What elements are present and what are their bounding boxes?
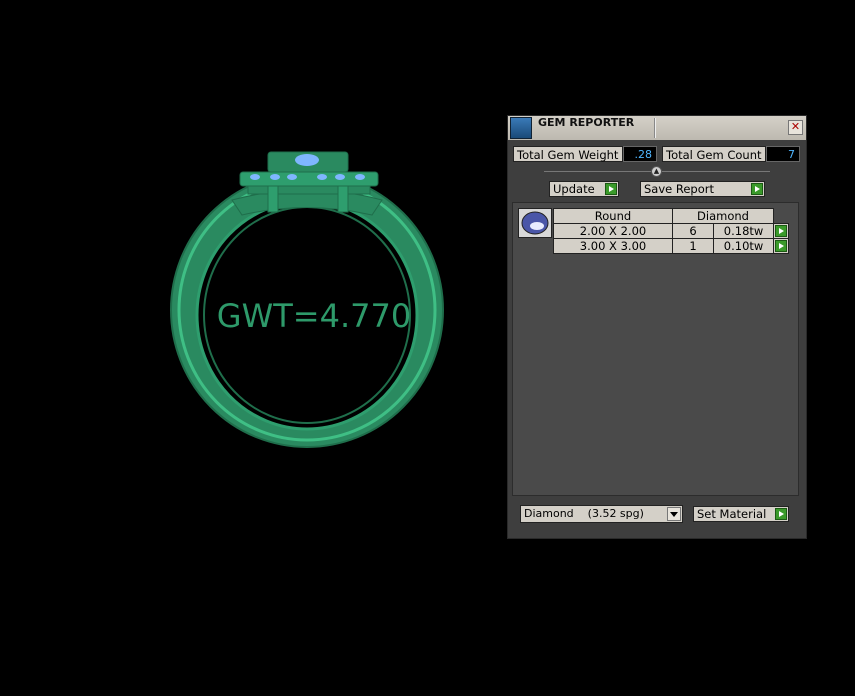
- table-row[interactable]: 2.00 X 2.00 6 0.18tw: [553, 223, 789, 239]
- gem-weight: 0.10tw: [713, 238, 774, 254]
- close-icon[interactable]: ✕: [788, 120, 803, 135]
- play-icon: [605, 183, 617, 195]
- table-header-shape: Round: [553, 208, 673, 224]
- gwt-annotation: GWT=4.770: [217, 297, 411, 335]
- save-report-button[interactable]: Save Report: [640, 181, 765, 197]
- chevron-down-icon[interactable]: [667, 507, 681, 521]
- title-separator: [654, 118, 656, 138]
- gem-reporter-app-icon: [510, 117, 532, 139]
- material-select[interactable]: Diamond (3.52 spg): [520, 505, 683, 523]
- total-gem-weight-label: Total Gem Weight: [513, 146, 623, 162]
- play-icon[interactable]: [775, 240, 787, 252]
- round-gem-icon[interactable]: [518, 208, 552, 238]
- row-action: [773, 238, 789, 254]
- table-row[interactable]: 3.00 X 3.00 1 0.10tw: [553, 238, 789, 254]
- center-gem: [295, 154, 319, 166]
- play-icon[interactable]: [775, 225, 787, 237]
- gem-reporter-panel: GEM REPORTER ✕ Total Gem Weight .28 Tota…: [507, 115, 807, 539]
- total-gem-count-label: Total Gem Count: [662, 146, 766, 162]
- viewport[interactable]: GWT=4.770: [0, 0, 500, 693]
- row-action: [773, 223, 789, 239]
- gem-size: 2.00 X 2.00: [553, 223, 673, 239]
- gem-count: 1: [671, 238, 715, 254]
- ring-render: GWT=4.770: [170, 151, 444, 448]
- gem-weight: 0.18tw: [713, 223, 774, 239]
- update-button-label: Update: [553, 182, 595, 196]
- gem-size: 3.00 X 3.00: [553, 238, 673, 254]
- total-gem-count-value: 7: [766, 146, 800, 162]
- update-button[interactable]: Update: [549, 181, 619, 197]
- gem-table: Round Diamond 2.00 X 2.00 6 0.18tw 3.00 …: [553, 208, 789, 254]
- table-header-material: Diamond: [672, 208, 774, 224]
- play-icon: [775, 508, 787, 520]
- set-material-button-label: Set Material: [697, 507, 767, 521]
- panel-title: GEM REPORTER: [538, 116, 635, 129]
- total-gem-weight-value: .28: [623, 146, 657, 162]
- gem-count: 6: [671, 223, 715, 239]
- set-material-button[interactable]: Set Material: [693, 506, 789, 522]
- splitter-handle[interactable]: ▲: [651, 166, 662, 177]
- play-icon: [751, 183, 763, 195]
- gem-list-area: Round Diamond 2.00 X 2.00 6 0.18tw 3.00 …: [512, 202, 799, 496]
- titlebar[interactable]: GEM REPORTER ✕: [508, 116, 806, 140]
- save-report-button-label: Save Report: [644, 182, 715, 196]
- material-select-value: Diamond (3.52 spg): [524, 507, 644, 520]
